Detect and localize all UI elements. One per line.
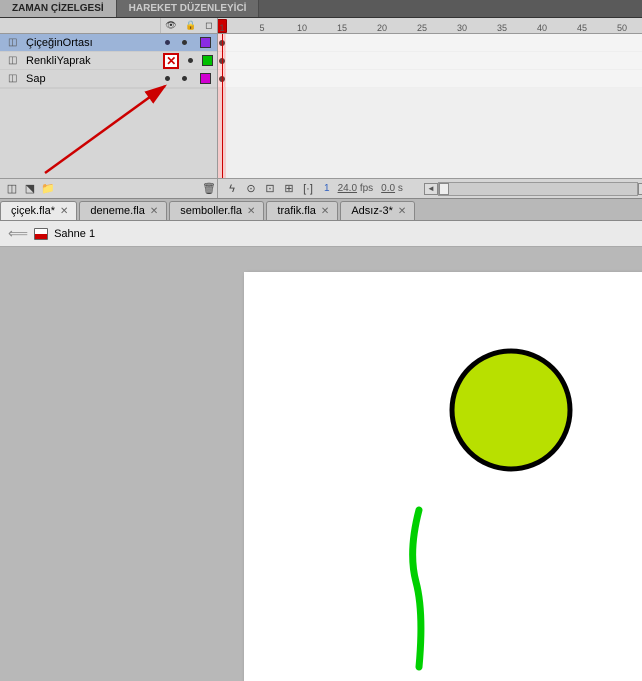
document-tab[interactable]: çiçek.fla* ✕ xyxy=(0,201,77,220)
scene-icon xyxy=(34,228,48,240)
new-layer-button[interactable]: ◫ xyxy=(4,181,20,197)
frames-filler xyxy=(218,88,642,178)
scroll-right-button[interactable]: ► xyxy=(638,183,642,195)
close-icon[interactable]: ✕ xyxy=(247,206,255,217)
modify-markers-button[interactable]: [·] xyxy=(300,181,316,197)
outline-swatch[interactable] xyxy=(200,73,211,84)
layer-list: ◫ÇiçeğinOrtası◫RenkliYaprak✕◫Sap xyxy=(0,34,218,178)
document-tab[interactable]: semboller.fla ✕ xyxy=(169,201,264,220)
timeline-header: 👁 🔒 ◻ 15101520253035404550 xyxy=(0,18,642,34)
back-arrow-icon[interactable]: ⟸ xyxy=(8,225,28,242)
ruler-tick: 30 xyxy=(457,23,467,33)
delete-layer-button[interactable]: 🗑 xyxy=(201,181,217,197)
ruler-tick: 5 xyxy=(259,23,264,33)
timeline-ruler[interactable]: 15101520253035404550 xyxy=(218,18,642,33)
edit-bar: ⟸ Sahne 1 xyxy=(0,221,642,247)
document-tab[interactable]: Adsız-3* ✕ xyxy=(340,201,415,220)
new-motion-button[interactable]: ⬔ xyxy=(22,181,38,197)
lock-column-icon[interactable]: 🔒 xyxy=(185,20,196,31)
ruler-tick: 15 xyxy=(337,23,347,33)
tab-label: Adsız-3* xyxy=(351,205,393,217)
ruler-tick: 20 xyxy=(377,23,387,33)
tab-label: çiçek.fla* xyxy=(11,205,55,217)
layer-name[interactable]: ÇiçeğinOrtası xyxy=(22,37,159,49)
stage-artwork xyxy=(244,272,642,681)
panel-tabs: ZAMAN ÇİZELGESİ HAREKET DÜZENLEYİCİ xyxy=(0,0,642,18)
tab-label: trafik.fla xyxy=(277,205,316,217)
scene-name[interactable]: Sahne 1 xyxy=(54,228,95,240)
timeline-panel: 👁 🔒 ◻ 15101520253035404550 ◫ÇiçeğinOrtas… xyxy=(0,18,642,199)
layer-name[interactable]: Sap xyxy=(22,73,159,85)
lock-dot[interactable] xyxy=(182,40,187,45)
stage-area[interactable] xyxy=(0,247,642,681)
playhead-line xyxy=(222,34,223,178)
layer-type-icon: ◫ xyxy=(8,55,22,66)
timeline-status: ϟ ⊙ ⊡ ⊞ [·] 1 24.0 fps 0.0 s ◄ ► xyxy=(218,181,642,197)
tab-label: deneme.fla xyxy=(90,205,144,217)
visibility-dot[interactable] xyxy=(165,76,170,81)
ruler-tick: 35 xyxy=(497,23,507,33)
close-icon[interactable]: ✕ xyxy=(398,206,406,217)
new-folder-button[interactable]: 📁 xyxy=(40,181,56,197)
stage-canvas[interactable] xyxy=(244,272,642,681)
scroll-left-button[interactable]: ◄ xyxy=(424,183,438,195)
tab-timeline[interactable]: ZAMAN ÇİZELGESİ xyxy=(0,0,117,17)
visibility-hidden-icon[interactable]: ✕ xyxy=(163,53,179,69)
eye-column-icon[interactable]: 👁 xyxy=(165,20,176,31)
document-tab[interactable]: deneme.fla ✕ xyxy=(79,201,167,220)
scroll-thumb[interactable] xyxy=(439,183,449,195)
lock-dot[interactable] xyxy=(182,76,187,81)
close-icon[interactable]: ✕ xyxy=(321,206,329,217)
layer-name[interactable]: RenkliYaprak xyxy=(22,55,159,67)
layer-row[interactable]: ◫RenkliYaprak ✕ xyxy=(0,52,217,70)
frame-row[interactable] xyxy=(218,34,642,52)
document-tab[interactable]: trafik.fla ✕ xyxy=(266,201,338,220)
timeline-scrollbar[interactable]: ◄ ► xyxy=(438,182,638,196)
frame-row[interactable] xyxy=(218,70,642,88)
flower-center-shape xyxy=(452,351,570,469)
frame-row[interactable] xyxy=(218,52,642,70)
timeline-body: ◫ÇiçeğinOrtası◫RenkliYaprak✕◫Sap xyxy=(0,34,642,178)
timeline-header-spacer xyxy=(0,18,160,33)
ruler-tick: 10 xyxy=(297,23,307,33)
ruler-tick: 40 xyxy=(537,23,547,33)
center-frame-button[interactable]: ϟ xyxy=(224,181,240,197)
fps-display: 24.0 fps xyxy=(338,183,374,194)
layer-buttons: ◫ ⬔ 📁 🗑 xyxy=(0,179,218,198)
layer-row[interactable]: ◫Sap xyxy=(0,70,217,88)
time-display: 0.0 s xyxy=(381,183,403,194)
stem-shape xyxy=(413,510,421,667)
ruler-tick: 25 xyxy=(417,23,427,33)
ruler-tick: 45 xyxy=(577,23,587,33)
visibility-dot[interactable] xyxy=(165,40,170,45)
onion-skin-button[interactable]: ⊙ xyxy=(243,181,259,197)
frames-area[interactable] xyxy=(218,34,642,178)
tab-motion-editor[interactable]: HAREKET DÜZENLEYİCİ xyxy=(117,0,260,17)
edit-multi-button[interactable]: ⊞ xyxy=(281,181,297,197)
tab-label: semboller.fla xyxy=(180,205,242,217)
close-icon[interactable]: ✕ xyxy=(60,206,68,217)
lock-dot[interactable] xyxy=(188,58,193,63)
outline-column-icon[interactable]: ◻ xyxy=(205,20,212,31)
layer-column-headers: 👁 🔒 ◻ xyxy=(160,18,218,33)
outline-swatch[interactable] xyxy=(202,55,213,66)
outline-swatch[interactable] xyxy=(200,37,211,48)
ruler-tick: 1 xyxy=(219,23,224,33)
layer-type-icon: ◫ xyxy=(8,37,22,48)
onion-outline-button[interactable]: ⊡ xyxy=(262,181,278,197)
current-frame: 1 xyxy=(324,183,330,194)
layer-row[interactable]: ◫ÇiçeğinOrtası xyxy=(0,34,217,52)
layers-filler xyxy=(0,88,217,178)
layer-type-icon: ◫ xyxy=(8,73,22,84)
close-icon[interactable]: ✕ xyxy=(150,206,158,217)
document-tabs: çiçek.fla*✕deneme.fla✕semboller.fla✕traf… xyxy=(0,199,642,221)
ruler-tick: 50 xyxy=(617,23,627,33)
timeline-footer: ◫ ⬔ 📁 🗑 ϟ ⊙ ⊡ ⊞ [·] 1 24.0 fps 0.0 s ◄ ► xyxy=(0,178,642,198)
